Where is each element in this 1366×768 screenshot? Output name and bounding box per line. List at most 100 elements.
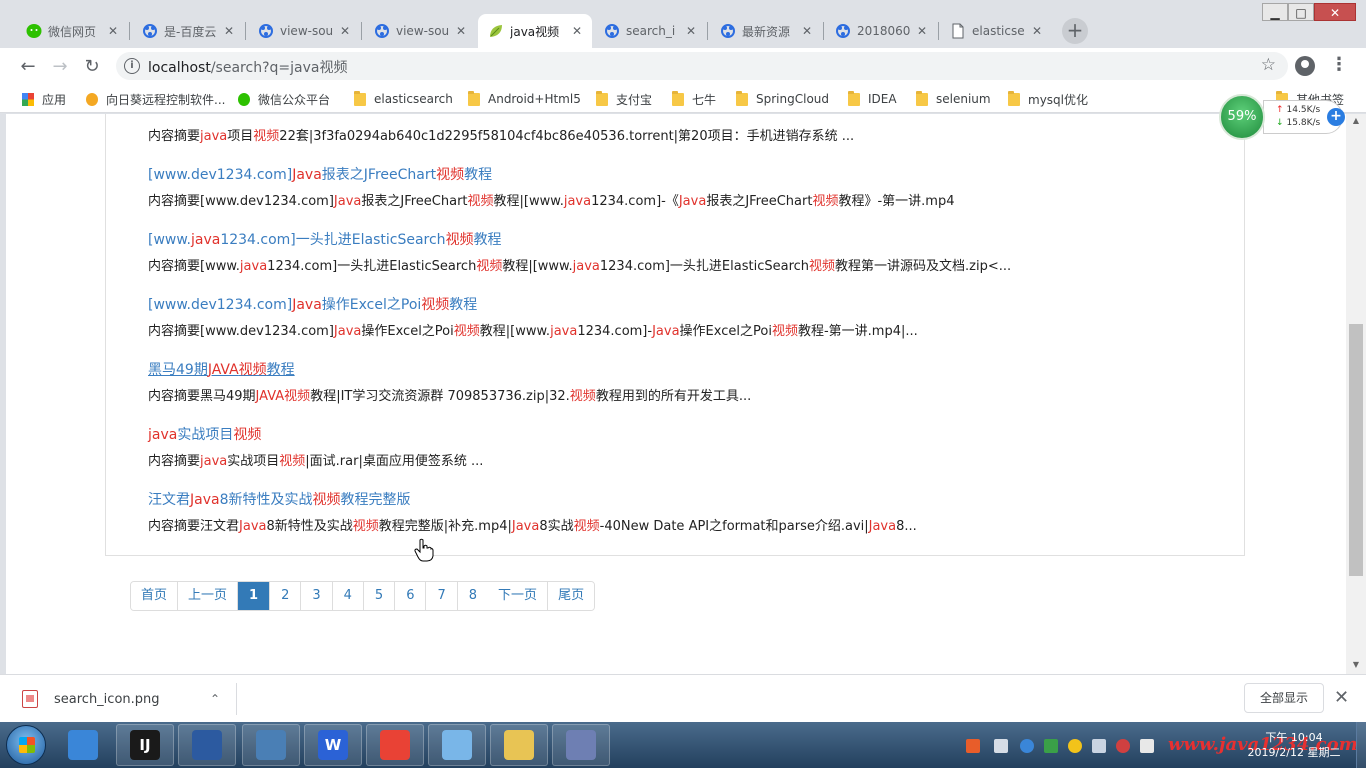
close-icon[interactable]: ✕ bbox=[1334, 687, 1349, 708]
bookmark-item[interactable]: SpringCloud bbox=[736, 90, 829, 108]
info-icon[interactable]: i bbox=[124, 58, 140, 74]
page-number-button[interactable]: 4 bbox=[332, 582, 364, 610]
keyword-highlight: java bbox=[563, 194, 592, 209]
page-number-button[interactable]: 3 bbox=[301, 582, 333, 610]
accelerate-plus-icon[interactable]: + bbox=[1327, 108, 1345, 126]
taskbar-app-button[interactable] bbox=[552, 724, 610, 766]
tab-close-icon[interactable]: ✕ bbox=[106, 24, 120, 38]
download-item[interactable]: search_icon.png ⌃ bbox=[22, 683, 236, 715]
keyword-highlight: java bbox=[550, 324, 578, 339]
page-number-button[interactable]: 2 bbox=[270, 582, 302, 610]
scrollbar-thumb[interactable] bbox=[1349, 324, 1363, 576]
result-title-link[interactable]: java实战项目视频 bbox=[148, 424, 261, 444]
show-desktop-button[interactable] bbox=[1356, 722, 1366, 768]
pagination: 首页 上一页 12345678 下一页 尾页 bbox=[130, 581, 596, 611]
bookmark-item[interactable]: elasticsearch bbox=[354, 90, 453, 108]
bookmark-item[interactable]: 七牛 bbox=[672, 90, 716, 108]
network-monitor-widget[interactable]: ↑ 14.5K/s ↓ 15.8K/s 59% + bbox=[1219, 94, 1345, 140]
page-number-button[interactable]: 5 bbox=[363, 582, 396, 610]
bookmark-item[interactable]: selenium bbox=[916, 90, 991, 108]
system-clock[interactable]: 下午 10:04 2019/2/12 星期二 bbox=[1244, 730, 1344, 760]
page-number-button[interactable]: 8 bbox=[457, 582, 489, 610]
browser-tab[interactable]: elasticse ✕ bbox=[940, 14, 1052, 48]
browser-tab[interactable]: 是-百度云 ✕ bbox=[132, 14, 244, 48]
taskbar-app-button[interactable] bbox=[490, 724, 548, 766]
browser-tab[interactable]: 2018060 ✕ bbox=[825, 14, 937, 48]
bookmark-item[interactable]: Android+Html5 bbox=[468, 90, 581, 108]
page-next-button[interactable]: 下一页 bbox=[488, 582, 549, 610]
folder-icon bbox=[468, 90, 480, 106]
page-number-button[interactable]: 7 bbox=[426, 582, 458, 610]
bookmark-item[interactable]: 应用 bbox=[22, 90, 66, 108]
page-number-button[interactable]: 6 bbox=[395, 582, 427, 610]
browser-tab[interactable]: view-sou ✕ bbox=[364, 14, 476, 48]
tab-close-icon[interactable]: ✕ bbox=[338, 24, 352, 38]
result-summary: 内容摘要[www.java1234.com]一头扎进ElasticSearch视… bbox=[148, 255, 1011, 274]
browser-tab[interactable]: search_i ✕ bbox=[594, 14, 706, 48]
wps-icon: W bbox=[318, 730, 348, 760]
tab-close-icon[interactable]: ✕ bbox=[684, 24, 698, 38]
result-title-link[interactable]: [www.dev1234.com]Java报表之JFreeChart视频教程 bbox=[148, 164, 492, 184]
memory-percent-badge[interactable]: 59% bbox=[1219, 94, 1265, 140]
new-tab-button[interactable]: + bbox=[1062, 18, 1088, 44]
tab-close-icon[interactable]: ✕ bbox=[570, 24, 584, 38]
tab-close-icon[interactable]: ✕ bbox=[222, 24, 236, 38]
bookmark-item[interactable]: 微信公众平台 bbox=[238, 90, 330, 108]
tab-close-icon[interactable]: ✕ bbox=[800, 24, 814, 38]
result-title-link[interactable]: 汪文君Java8新特性及实战视频教程完整版 bbox=[148, 489, 411, 509]
browser-tab[interactable]: 微信网页 ✕ bbox=[16, 14, 128, 48]
page-last-button[interactable]: 尾页 bbox=[548, 582, 595, 610]
taskbar-app-button[interactable]: IJ bbox=[116, 724, 174, 766]
browser-tab[interactable]: 最新资源 ✕ bbox=[710, 14, 822, 48]
usb-device-icon[interactable] bbox=[1092, 739, 1106, 753]
taskbar-app-button[interactable]: W bbox=[304, 724, 362, 766]
vertical-scrollbar[interactable]: ▲ ▼ bbox=[1346, 114, 1366, 674]
address-bar[interactable]: i localhost/search?q=java视频 ☆ bbox=[116, 52, 1288, 80]
reload-icon[interactable]: ↻ bbox=[79, 54, 105, 80]
text-segment: 操作Excel之Poi bbox=[321, 297, 422, 313]
bookmark-star-icon[interactable]: ☆ bbox=[1261, 55, 1276, 75]
result-title-link[interactable]: [www.dev1234.com]Java操作Excel之Poi视频教程 bbox=[148, 294, 477, 314]
show-all-downloads-button[interactable]: 全部显示 bbox=[1244, 683, 1324, 713]
result-title-link[interactable]: [www.java1234.com]一头扎进ElasticSearch视频教程 bbox=[148, 229, 502, 249]
bookmark-item[interactable]: 支付宝 bbox=[596, 90, 652, 108]
minimize-button[interactable]: ▁ bbox=[1262, 3, 1288, 21]
taskbar-app-button[interactable] bbox=[366, 724, 424, 766]
page-prev-button[interactable]: 上一页 bbox=[178, 582, 239, 610]
back-arrow-icon[interactable]: ← bbox=[15, 54, 41, 80]
bookmark-item[interactable]: IDEA bbox=[848, 90, 897, 108]
security-shield-icon[interactable] bbox=[1044, 739, 1058, 753]
monitor-tray-icon[interactable] bbox=[994, 739, 1008, 753]
scroll-down-icon[interactable]: ▼ bbox=[1351, 660, 1361, 669]
bookmark-item[interactable]: 向日葵远程控制软件... bbox=[86, 90, 225, 108]
bookmark-item[interactable]: mysql优化 bbox=[1008, 90, 1088, 108]
page-first-button[interactable]: 首页 bbox=[131, 582, 179, 610]
browser-tab[interactable]: java视频 ✕ bbox=[478, 14, 592, 48]
taskbar-app-button[interactable] bbox=[54, 724, 112, 766]
more-menu-icon[interactable]: ⋮ bbox=[1330, 54, 1348, 75]
taskbar-app-button[interactable] bbox=[428, 724, 486, 766]
windows-logo-icon bbox=[19, 737, 35, 753]
taskbar-app-button[interactable] bbox=[178, 724, 236, 766]
network-tray-icon[interactable] bbox=[1020, 739, 1034, 753]
antivirus-tray-icon[interactable] bbox=[1116, 739, 1130, 753]
tab-close-icon[interactable]: ✕ bbox=[454, 24, 468, 38]
text-segment: 内容摘要 bbox=[148, 454, 201, 469]
taskbar-app-button[interactable] bbox=[242, 724, 300, 766]
page-number-button[interactable]: 1 bbox=[238, 582, 271, 610]
tray-app-icon[interactable] bbox=[1068, 739, 1082, 753]
tab-close-icon[interactable]: ✕ bbox=[915, 24, 929, 38]
maximize-button[interactable]: □ bbox=[1288, 3, 1314, 21]
account-avatar-icon[interactable] bbox=[1295, 56, 1315, 76]
result-title-link[interactable]: 黑马49期JAVA视频教程 bbox=[148, 359, 295, 379]
keyword-highlight: Java bbox=[511, 519, 540, 534]
scroll-up-icon[interactable]: ▲ bbox=[1351, 116, 1361, 125]
sogou-ime-icon[interactable] bbox=[966, 739, 980, 753]
start-button[interactable] bbox=[6, 725, 46, 765]
chevron-up-icon[interactable]: ⌃ bbox=[210, 692, 220, 706]
flag-tray-icon[interactable] bbox=[1140, 739, 1154, 753]
window-close-button[interactable]: ✕ bbox=[1314, 3, 1356, 21]
forward-arrow-icon[interactable]: → bbox=[47, 54, 73, 80]
tab-close-icon[interactable]: ✕ bbox=[1030, 24, 1044, 38]
browser-tab[interactable]: view-sou ✕ bbox=[248, 14, 360, 48]
